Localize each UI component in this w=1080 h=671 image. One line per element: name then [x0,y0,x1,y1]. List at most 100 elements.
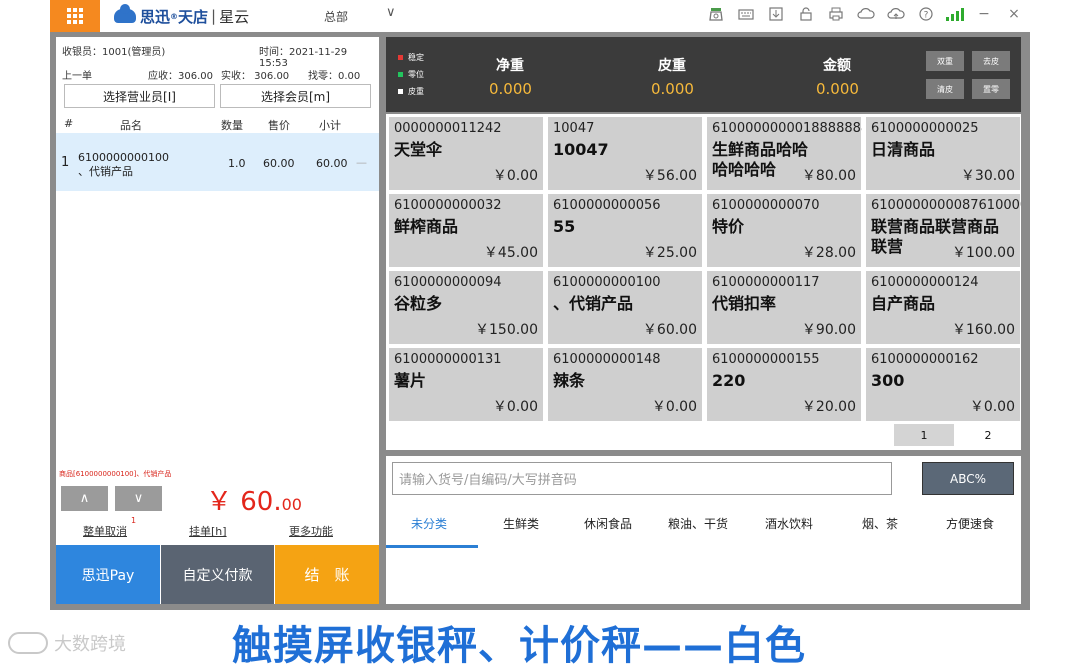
keyboard-icon[interactable] [736,4,756,24]
page-1-button[interactable]: 1 [894,424,954,446]
watermark: 大数跨境 [8,630,126,656]
amount-value: 0.000 [816,80,859,98]
title-bar: 思迅 ® 天店 | 星云 总部 ∨ ? − × [50,0,1030,32]
checkout-button[interactable]: 结 账 [275,545,379,604]
cart-row[interactable]: 1 6100000000100 、代销产品 1.0 60.00 60.00 — [56,133,379,191]
net-weight-value: 0.000 [489,80,532,98]
col-index: # [64,117,74,130]
product-tile[interactable]: 6100000000025 日清商品 ￥30.00 [866,117,1020,190]
double-scale-button[interactable]: 双重 [926,51,964,71]
amount-label: 金额 [823,58,851,74]
change-label: 找零：0.00 [308,71,361,82]
product-tile[interactable]: 6100000000094 谷粒多 ￥150.00 [389,271,543,344]
selected-item-note: 商品[6100000000100]、代销产品 [59,470,172,478]
col-price: 售价 [268,119,290,132]
product-tile[interactable]: 0000000011242 天堂伞 ￥0.00 [389,117,543,190]
sixun-pay-button[interactable]: 思迅Pay [56,545,160,604]
scroll-down-button[interactable]: ∨ [115,486,162,511]
cart-row-dash: — [356,156,367,169]
cart-row-price: 60.00 [263,157,295,170]
printer-icon[interactable] [826,4,846,24]
legend-stable: 稳定 [398,52,424,63]
scroll-up-button[interactable]: ∧ [61,486,108,511]
logo-product: 星云 [219,7,250,26]
custom-pay-button[interactable]: 自定义付款 [161,545,274,604]
category-snacks[interactable]: 休闲食品 [584,515,632,532]
time-label: 时间：2021-11-29 15:53 [259,47,348,69]
select-clerk-button[interactable]: 选择营业员[I] [64,84,215,108]
app-logo: 思迅 ® 天店 | 星云 [114,4,250,26]
product-tile[interactable]: 6100000000155 220 ￥20.00 [707,348,861,421]
product-tile[interactable]: 6100000000131 薯片 ￥0.00 [389,348,543,421]
cart-row-name: 、代销产品 [78,165,133,178]
scale-display: 稳定 零位 皮重 净重 0.000 皮重 0.000 金额 0.000 双重 去… [386,37,1021,112]
cart-row-subtotal: 60.00 [316,157,348,170]
category-instant-food[interactable]: 方便速食 [946,515,994,532]
tare-weight-label: 皮重 [658,58,686,74]
logo-brand2: 天店 [178,7,209,26]
col-name: 品名 [120,119,142,132]
category-drinks[interactable]: 酒水饮料 [765,515,813,532]
lock-icon[interactable] [796,4,816,24]
product-tile[interactable]: 6100000000018888888 生鲜商品哈哈哈哈哈哈 ￥80.00 [707,117,862,190]
col-subtotal: 小计 [319,119,341,132]
product-tile[interactable]: 6100000000117 代销扣率 ￥90.00 [707,271,861,344]
product-grid: 0000000011242 天堂伞 ￥0.00 10047 10047 ￥56.00 6… [386,114,1021,450]
abc-keyboard-button[interactable]: ABC% [922,462,1014,495]
active-category-indicator [386,545,478,548]
svg-text:?: ? [924,11,929,21]
category-tobacco-tea[interactable]: 烟、茶 [862,515,898,532]
download-icon[interactable] [766,4,786,24]
net-weight-label: 净重 [496,58,524,74]
close-button[interactable]: × [1004,4,1024,24]
cart-panel: 收银员：1001(管理员) 时间：2021-11-29 15:53 上一单 应收… [56,37,379,604]
receivable-label: 应收：306.00 [148,71,213,82]
cloud-icon[interactable] [856,4,876,24]
caption-text: 触摸屏收银秤、计价秤——白色 [232,623,806,669]
product-tile[interactable]: 6100000000124 自产商品 ￥160.00 [866,271,1020,344]
cart-row-index: 1 [61,155,70,170]
remove-tare-button[interactable]: 去皮 [972,51,1010,71]
product-tile[interactable]: 6100000000056 55 ￥25.00 [548,194,702,267]
hold-order-button[interactable]: 挂单[h] [189,523,227,539]
cancel-order-button[interactable]: 整单取消 [83,523,127,539]
search-input[interactable]: 请输入货号/自编码/大写拼音码 [392,462,892,495]
product-tile[interactable]: 6100000000148 辣条 ￥0.00 [548,348,702,421]
prev-order-label: 上一单 [62,71,92,82]
category-fresh[interactable]: 生鲜类 [503,515,539,532]
select-member-button[interactable]: 选择会员[m] [220,84,371,108]
chevron-down-icon[interactable]: ∨ [386,5,396,20]
product-tile[interactable]: 6100000000070 特价 ￥28.00 [707,194,861,267]
more-functions-button[interactable]: 更多功能 [289,523,333,539]
scale-icon[interactable] [706,4,726,24]
legend-zero: 零位 [398,69,424,80]
minimize-button[interactable]: − [974,4,994,24]
watermark-logo-icon [8,632,48,654]
product-tile[interactable]: 61000000000876100000 联营商品联营商品联营 ￥100.00 [866,194,1021,267]
help-icon[interactable]: ? [916,4,936,24]
total-amount-cents: 00 [281,495,302,514]
page-2-button[interactable]: 2 [958,424,1018,446]
cart-row-qty: 1.0 [228,157,246,170]
total-amount: ￥ 60.00 [206,481,302,518]
category-grain-oil[interactable]: 粮油、干货 [668,515,728,532]
total-amount-main: ￥ 60. [206,487,282,517]
tare-weight-value: 0.000 [651,80,694,98]
col-qty: 数量 [221,119,243,132]
zero-button[interactable]: 置零 [972,79,1010,99]
cancel-badge: 1 [131,516,137,525]
product-tile[interactable]: 6100000000162 300 ￥0.00 [866,348,1020,421]
cloud-upload-icon[interactable] [886,4,906,24]
legend-tare: 皮重 [398,86,424,97]
app-grid-button[interactable] [50,0,100,32]
branch-selector[interactable]: 总部 [324,8,348,25]
search-category-panel: 请输入货号/自编码/大写拼音码 ABC% 未分类 生鲜类 休闲食品 粮油、干货 … [386,456,1021,604]
clear-tare-button[interactable]: 清皮 [926,79,964,99]
grid-icon [67,8,83,24]
received-label: 实收： 306.00 [221,71,290,82]
product-tile[interactable]: 6100000000032 鲜榨商品 ￥45.00 [389,194,543,267]
product-tile[interactable]: 10047 10047 ￥56.00 [548,117,702,190]
signal-icon [946,7,964,21]
product-tile[interactable]: 6100000000100 、代销产品 ￥60.00 [548,271,702,344]
category-uncategorized[interactable]: 未分类 [411,515,447,532]
